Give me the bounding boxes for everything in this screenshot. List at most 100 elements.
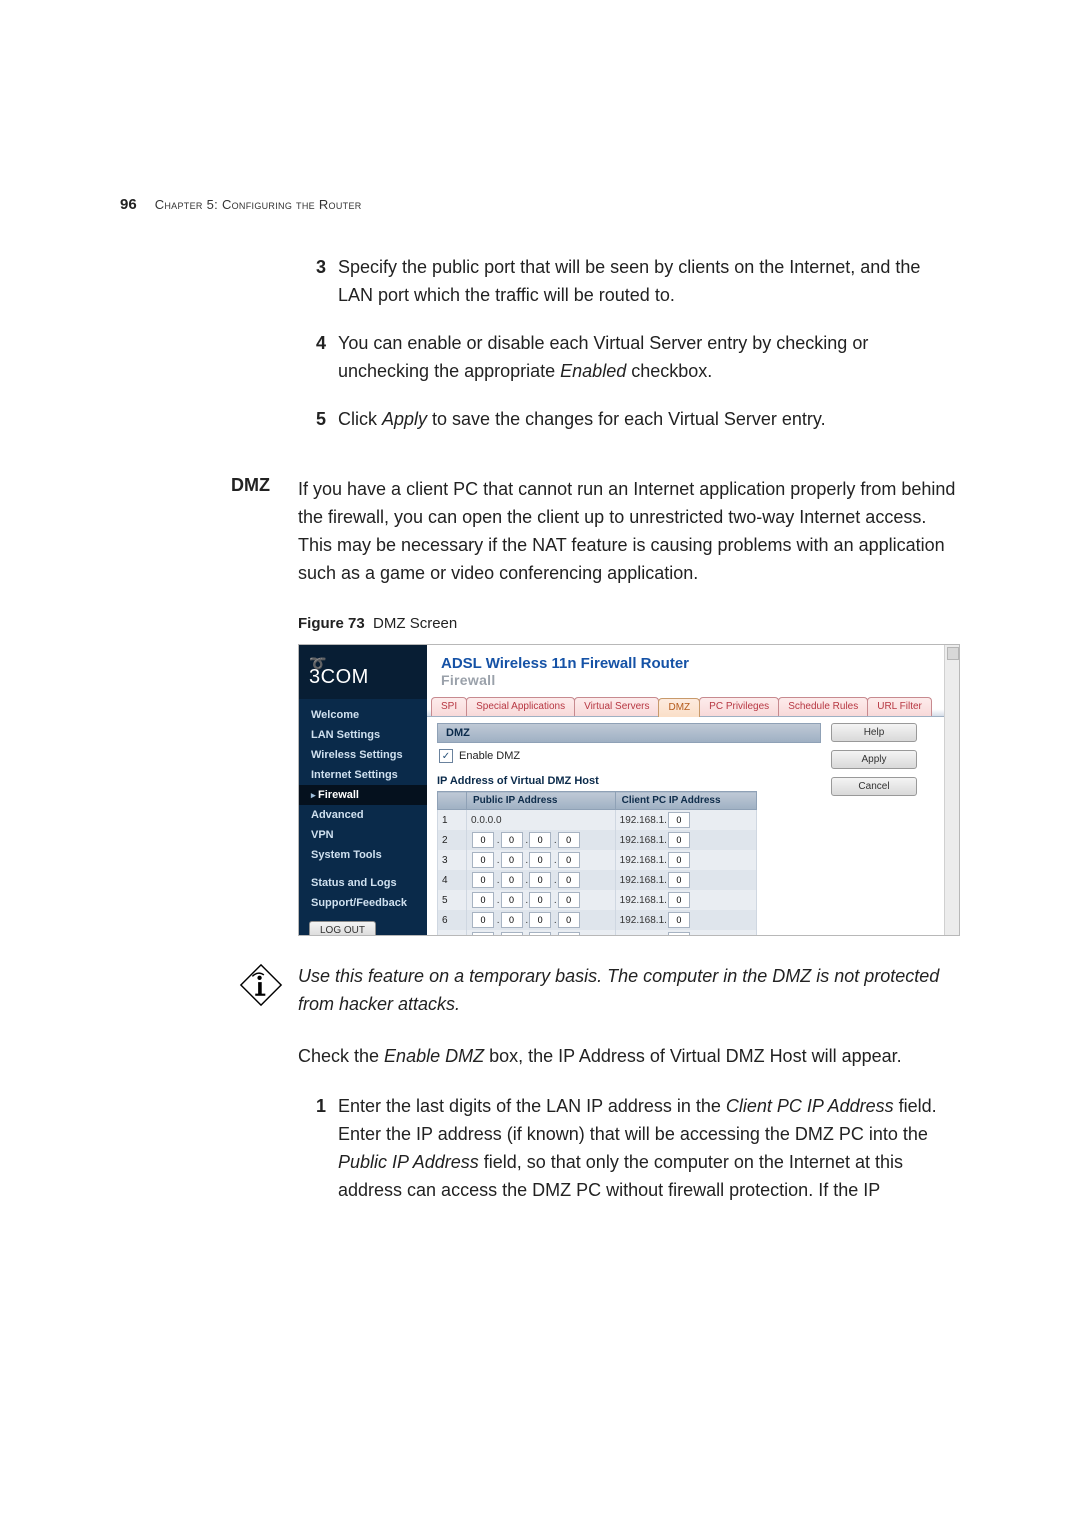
app-subtitle: Firewall	[427, 672, 959, 694]
figure-caption: Figure 73 DMZ Screen	[298, 615, 960, 632]
public-ip-octet[interactable]	[472, 832, 494, 848]
text: Click	[338, 409, 382, 429]
public-ip-octet[interactable]	[558, 872, 580, 888]
public-ip-octet[interactable]	[501, 872, 523, 888]
step-text: Enter the last digits of the LAN IP addr…	[326, 1092, 960, 1204]
text: to save the changes for each Virtual Ser…	[427, 409, 826, 429]
public-ip-octet[interactable]	[529, 912, 551, 928]
step-text: You can enable or disable each Virtual S…	[326, 329, 960, 385]
table-row: 3 . . . 192.168.1.	[438, 850, 757, 870]
public-ip-octet[interactable]	[529, 872, 551, 888]
tab-virtual-servers[interactable]: Virtual Servers	[574, 697, 659, 716]
public-ip-octet[interactable]	[501, 892, 523, 908]
apply-button[interactable]: Apply	[831, 750, 917, 769]
sidebar-item-status[interactable]: Status and Logs	[299, 873, 427, 893]
table-row: 4 . . . 192.168.1.	[438, 870, 757, 890]
tab-url-filter[interactable]: URL Filter	[867, 697, 932, 716]
text: checkbox.	[626, 361, 712, 381]
step-5: 5 Click Apply to save the changes for ea…	[298, 405, 960, 433]
public-ip-octet[interactable]	[529, 832, 551, 848]
client-ip-last-octet[interactable]	[668, 872, 690, 888]
public-ip-octet[interactable]	[472, 932, 494, 936]
public-ip-octet[interactable]	[501, 932, 523, 936]
emphasis: Client PC IP Address	[726, 1096, 894, 1116]
step-number: 4	[298, 329, 326, 385]
step-number: 1	[298, 1092, 326, 1204]
sidebar-item-advanced[interactable]: Advanced	[299, 805, 427, 825]
client-ip-last-octet[interactable]	[668, 932, 690, 936]
chapter-title: Chapter 5: Configuring the Router	[155, 197, 362, 212]
public-ip-octet[interactable]	[558, 832, 580, 848]
sidebar-item-vpn[interactable]: VPN	[299, 825, 427, 845]
public-ip-cell: 0.0.0.0	[467, 810, 616, 831]
public-ip-octet[interactable]	[501, 852, 523, 868]
col-index	[438, 792, 467, 810]
client-ip-last-octet[interactable]	[668, 892, 690, 908]
row-index: 1	[438, 810, 467, 831]
section-heading-dmz: DMZ	[120, 475, 270, 496]
public-ip-octet[interactable]	[529, 932, 551, 936]
emphasis: Enable DMZ	[384, 1046, 484, 1066]
sidebar-item-firewall[interactable]: Firewall	[299, 785, 427, 805]
table-row: 6 . . . 192.168.1.	[438, 910, 757, 930]
step-3: 3 Specify the public port that will be s…	[298, 253, 960, 309]
public-ip-octet[interactable]	[558, 852, 580, 868]
step-1b: 1 Enter the last digits of the LAN IP ad…	[298, 1092, 960, 1204]
public-ip-octet[interactable]	[558, 932, 580, 936]
tab-dmz[interactable]: DMZ	[658, 698, 700, 717]
col-public-ip: Public IP Address	[467, 792, 616, 810]
brand-logo-text: 3COM	[309, 666, 427, 689]
table-row: 1 0.0.0.0 192.168.1.	[438, 810, 757, 831]
tab-spi[interactable]: SPI	[431, 697, 467, 716]
text: box, the IP Address of Virtual DMZ Host …	[484, 1046, 902, 1066]
public-ip-octet[interactable]	[472, 872, 494, 888]
section-paragraph: If you have a client PC that cannot run …	[298, 475, 960, 587]
sidebar: ➰ 3COM Welcome LAN Settings Wireless Set…	[299, 645, 427, 935]
figure-title: DMZ Screen	[373, 615, 457, 632]
figure-screenshot: ➰ 3COM Welcome LAN Settings Wireless Set…	[298, 644, 960, 936]
public-ip-octet[interactable]	[472, 852, 494, 868]
scrollbar[interactable]	[944, 645, 959, 935]
dmz-table: Public IP Address Client PC IP Address 1…	[437, 791, 757, 936]
step-text: Specify the public port that will be see…	[326, 253, 960, 309]
sidebar-item-welcome[interactable]: Welcome	[299, 705, 427, 725]
enable-dmz-label: Enable DMZ	[459, 750, 520, 762]
public-ip-octet[interactable]	[529, 892, 551, 908]
text: Enter the last digits of the LAN IP addr…	[338, 1096, 726, 1116]
tab-special-apps[interactable]: Special Applications	[466, 697, 575, 716]
public-ip-octet[interactable]	[529, 852, 551, 868]
public-ip-octet[interactable]	[472, 912, 494, 928]
sidebar-item-system-tools[interactable]: System Tools	[299, 845, 427, 865]
enable-dmz-row: ✓ Enable DMZ	[437, 743, 821, 773]
paragraph: Check the Enable DMZ box, the IP Address…	[298, 1042, 960, 1070]
client-ip-last-octet[interactable]	[668, 832, 690, 848]
client-ip-last-octet[interactable]	[668, 912, 690, 928]
sidebar-item-wireless[interactable]: Wireless Settings	[299, 745, 427, 765]
emphasis: Public IP Address	[338, 1152, 479, 1172]
col-client-ip: Client PC IP Address	[615, 792, 756, 810]
step-number: 3	[298, 253, 326, 309]
sidebar-gap	[299, 865, 427, 873]
info-icon	[238, 962, 284, 1013]
info-note: Use this feature on a temporary basis. T…	[298, 962, 960, 1018]
tab-schedule-rules[interactable]: Schedule Rules	[778, 697, 868, 716]
public-ip-octet[interactable]	[472, 892, 494, 908]
enable-dmz-checkbox[interactable]: ✓	[439, 749, 453, 763]
cancel-button[interactable]: Cancel	[831, 777, 917, 796]
public-ip-octet[interactable]	[558, 892, 580, 908]
table-title: IP Address of Virtual DMZ Host	[437, 773, 821, 791]
public-ip-octet[interactable]	[501, 912, 523, 928]
app-title: ADSL Wireless 11n Firewall Router	[427, 645, 959, 672]
help-button[interactable]: Help	[831, 723, 917, 742]
tab-pc-privileges[interactable]: PC Privileges	[699, 697, 779, 716]
running-header: 96 Chapter 5: Configuring the Router	[120, 0, 960, 253]
sidebar-item-internet[interactable]: Internet Settings	[299, 765, 427, 785]
sidebar-item-support[interactable]: Support/Feedback	[299, 893, 427, 913]
table-row: 7 . . . 192.168.1.	[438, 930, 757, 936]
client-ip-last-octet[interactable]	[668, 852, 690, 868]
logout-button[interactable]: LOG OUT	[309, 921, 376, 936]
sidebar-item-lan[interactable]: LAN Settings	[299, 725, 427, 745]
public-ip-octet[interactable]	[501, 832, 523, 848]
client-ip-last-octet[interactable]	[668, 812, 690, 828]
public-ip-octet[interactable]	[558, 912, 580, 928]
